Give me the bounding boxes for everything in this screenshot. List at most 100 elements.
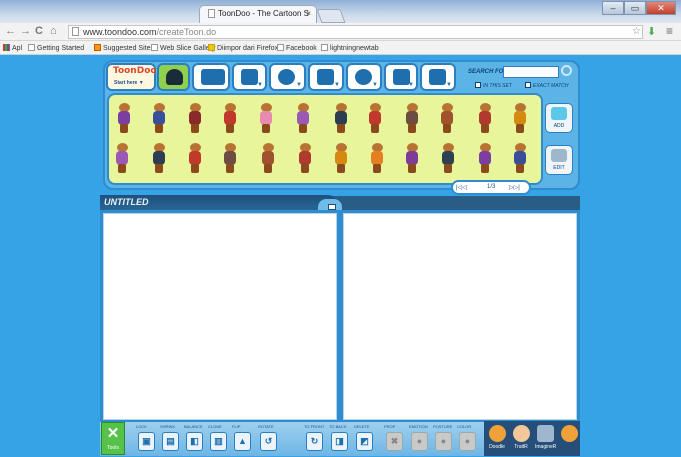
posture-button[interactable]: ● bbox=[435, 432, 452, 451]
bookmark-firefox-import[interactable]: Diimpor dari Firefox bbox=[208, 44, 278, 52]
page-icon bbox=[208, 9, 215, 18]
in-this-set-checkbox[interactable]: IN THIS SET bbox=[475, 82, 512, 89]
back-button[interactable]: ← bbox=[5, 25, 16, 37]
add-heart-icon bbox=[551, 107, 567, 120]
character-thumbnail[interactable] bbox=[261, 143, 275, 173]
character-thumbnail[interactable] bbox=[188, 103, 202, 133]
character-thumbnail[interactable] bbox=[334, 103, 348, 133]
toon-title[interactable]: UNTITLED bbox=[104, 197, 149, 207]
suggested-sites-icon bbox=[94, 44, 101, 51]
character-thumbnail[interactable] bbox=[370, 143, 384, 173]
balance-label: BALANCE bbox=[184, 424, 203, 429]
character-thumbnail[interactable] bbox=[117, 103, 131, 133]
character-thumbnail[interactable] bbox=[152, 103, 166, 133]
character-thumbnail[interactable] bbox=[405, 143, 419, 173]
browser-title-bar: ToonDoo - The Cartoon S × – ▭ ✕ bbox=[0, 0, 681, 23]
special-effects-tab[interactable]: ▼ bbox=[346, 63, 382, 91]
rotate-button[interactable]: ↺ bbox=[260, 432, 277, 451]
character-thumbnail[interactable] bbox=[513, 143, 527, 173]
toondoo-logo-button[interactable]: ToonDoo Start here ▼ bbox=[106, 63, 157, 91]
forward-button[interactable]: → bbox=[20, 25, 31, 37]
imaginer-button[interactable]: ImagineR bbox=[535, 425, 556, 450]
color-button[interactable]: ● bbox=[459, 432, 476, 451]
text-tab[interactable]: ▼ bbox=[308, 63, 344, 91]
last-page-button[interactable]: ▷▷| bbox=[509, 184, 520, 191]
search-input[interactable] bbox=[503, 66, 559, 78]
character-thumbnail[interactable] bbox=[298, 143, 312, 173]
add-button[interactable]: ADD bbox=[545, 103, 573, 133]
bookmark-star-icon[interactable]: ☆ bbox=[632, 26, 641, 37]
start-here-label: Start here ▼ bbox=[114, 80, 144, 86]
new-tab-button[interactable] bbox=[316, 9, 346, 23]
bookmark-suggested-sites[interactable]: Suggested Sites bbox=[94, 44, 154, 52]
character-thumbnail[interactable] bbox=[296, 103, 310, 133]
to-back-button[interactable]: ◨ bbox=[331, 432, 348, 451]
rotate-label: ROTATE bbox=[258, 424, 274, 429]
apps-icon bbox=[3, 44, 10, 51]
page-icon bbox=[321, 44, 328, 51]
reload-button[interactable]: C bbox=[35, 25, 43, 37]
menu-icon[interactable]: ≡ bbox=[666, 24, 673, 38]
browser-tab[interactable]: ToonDoo - The Cartoon S × bbox=[199, 5, 317, 23]
bookmark-getting-started[interactable]: Getting Started bbox=[28, 44, 84, 52]
download-addon-icon[interactable]: ⬇ bbox=[647, 25, 656, 38]
to-back-label: TO BACK bbox=[329, 424, 347, 429]
backgrounds-tab[interactable] bbox=[192, 63, 230, 91]
close-window-button[interactable]: ✕ bbox=[646, 1, 676, 15]
props-icon bbox=[241, 69, 258, 85]
comic-panel-2[interactable] bbox=[343, 213, 577, 420]
character-thumbnail[interactable] bbox=[440, 103, 454, 133]
edit-button[interactable]: EDIT bbox=[545, 145, 573, 175]
character-thumbnail[interactable] bbox=[188, 143, 202, 173]
to-front-button[interactable]: ↻ bbox=[306, 432, 323, 451]
comic-panel-1[interactable] bbox=[103, 213, 337, 420]
maximize-button[interactable]: ▭ bbox=[624, 1, 646, 15]
url-domain: www.toondoo.com bbox=[83, 27, 157, 37]
clone-button[interactable]: ▥ bbox=[210, 432, 227, 451]
speech-bubbles-tab[interactable]: ▼ bbox=[269, 63, 306, 91]
minimize-button[interactable]: – bbox=[602, 1, 624, 15]
characters-tab[interactable] bbox=[157, 63, 190, 91]
character-thumbnail[interactable] bbox=[441, 143, 455, 173]
address-bar[interactable]: www.toondoo.com/createToon.do bbox=[68, 25, 643, 39]
emotion-button[interactable]: ● bbox=[411, 432, 428, 451]
search-icon[interactable] bbox=[561, 65, 572, 76]
character-thumbnail[interactable] bbox=[334, 143, 348, 173]
my-stuff-tab[interactable]: ▼ bbox=[384, 63, 418, 91]
character-thumbnail[interactable] bbox=[478, 143, 492, 173]
color-label: COLOR bbox=[457, 424, 472, 429]
character-thumbnail[interactable] bbox=[368, 103, 382, 133]
exact-match-checkbox[interactable]: EXACT MATCH bbox=[525, 82, 568, 89]
props-tab[interactable]: ▼ bbox=[232, 63, 267, 91]
first-page-button[interactable]: |◁◁ bbox=[456, 184, 467, 191]
help-button[interactable] bbox=[559, 425, 579, 444]
photos-tab[interactable]: ▼ bbox=[420, 63, 456, 91]
home-button[interactable]: ⌂ bbox=[50, 25, 57, 37]
bookmark-facebook[interactable]: Facebook bbox=[277, 44, 317, 52]
bookmark-web-slice-gallery[interactable]: Web Slice Gallery bbox=[151, 44, 216, 52]
character-thumbnail[interactable] bbox=[223, 143, 237, 173]
character-thumbnail[interactable] bbox=[115, 143, 129, 173]
character-thumbnail[interactable] bbox=[513, 103, 527, 133]
character-thumbnail[interactable] bbox=[259, 103, 273, 133]
characters-icon bbox=[166, 69, 183, 85]
tools-button[interactable]: ✕ Tools bbox=[101, 422, 125, 455]
prop-button[interactable]: ✖ bbox=[386, 432, 403, 451]
tab-close-button[interactable]: × bbox=[306, 9, 311, 18]
doodle-button[interactable]: Doodle bbox=[487, 425, 507, 450]
bookmark-apps[interactable]: Apl bbox=[3, 44, 22, 52]
balance-button[interactable]: ◧ bbox=[186, 432, 203, 451]
character-thumbnail[interactable] bbox=[223, 103, 237, 133]
character-thumbnail[interactable] bbox=[152, 143, 166, 173]
photo-people-icon bbox=[429, 69, 446, 85]
delete-button[interactable]: ◩ bbox=[356, 432, 373, 451]
traitr-button[interactable]: TraitR bbox=[511, 425, 531, 450]
bookmark-lightningnewtab[interactable]: lightningnewtab bbox=[321, 44, 379, 52]
backgrounds-icon bbox=[201, 69, 225, 85]
character-thumbnail[interactable] bbox=[405, 103, 419, 133]
character-thumbnail[interactable] bbox=[478, 103, 492, 133]
flip-button[interactable]: ▲ bbox=[234, 432, 251, 451]
shrink-button[interactable]: ▤ bbox=[162, 432, 179, 451]
checkbox-icon bbox=[525, 82, 531, 88]
lock-button[interactable]: ▣ bbox=[138, 432, 155, 451]
